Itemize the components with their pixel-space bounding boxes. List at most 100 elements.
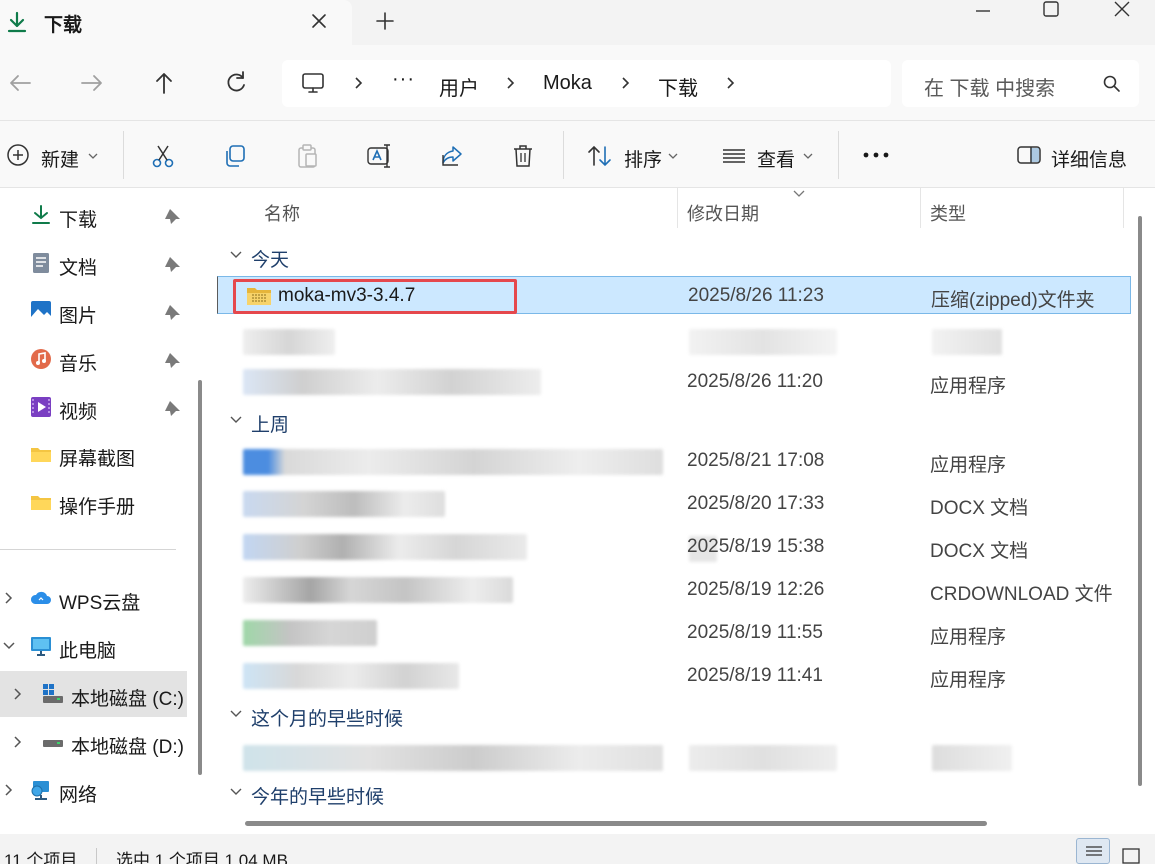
sidebar-item-label: 本地磁盘 (D:)	[71, 737, 184, 758]
column-header-type[interactable]: 类型	[930, 200, 966, 226]
column-divider[interactable]	[1123, 188, 1124, 228]
sidebar-item-music[interactable]: 音乐	[0, 336, 187, 382]
breadcrumb-chevron-icon[interactable]	[619, 72, 633, 94]
back-icon[interactable]	[6, 69, 34, 97]
sidebar-item-network[interactable]: 网络	[0, 767, 187, 813]
breadcrumb-overflow[interactable]: ···	[392, 68, 415, 91]
tiles-view-button[interactable]	[1118, 838, 1152, 864]
file-type: 压缩(zipped)文件夹	[931, 290, 1095, 311]
file-row[interactable]	[217, 739, 1131, 777]
this-pc-icon[interactable]	[300, 71, 326, 95]
file-row[interactable]: 2025/8/21 17:08 应用程序	[217, 442, 1131, 480]
cut-button[interactable]	[148, 121, 178, 189]
plus-circle-icon	[7, 144, 29, 166]
file-row[interactable]: 2025/8/19 11:55 应用程序	[217, 614, 1131, 652]
tab-downloads[interactable]: 下载	[0, 0, 352, 45]
file-row[interactable]	[217, 321, 1131, 359]
sidebar-item-manuals[interactable]: 操作手册	[0, 479, 187, 525]
trash-icon	[514, 145, 532, 167]
sidebar-item-wps-cloud[interactable]: WPS云盘	[0, 575, 187, 621]
file-row[interactable]: 2025/8/19 12:26 CRDOWNLOAD 文件	[217, 571, 1131, 609]
group-header-earlier-this-year[interactable]: 今年的早些时候	[217, 776, 1117, 810]
breadcrumb-chevron-icon[interactable]	[724, 72, 738, 94]
column-divider[interactable]	[920, 188, 921, 228]
pin-icon[interactable]	[164, 303, 182, 321]
rename-button[interactable]	[364, 121, 394, 189]
pin-icon[interactable]	[164, 255, 182, 273]
group-header-earlier-this-month[interactable]: 这个月的早些时候	[217, 698, 1117, 732]
breadcrumb-chevron-icon[interactable]	[352, 72, 366, 94]
breadcrumb-downloads[interactable]: 下载	[658, 72, 698, 101]
chevron-down-icon[interactable]	[2, 638, 16, 654]
minimize-icon[interactable]	[958, 0, 1008, 22]
copy-button[interactable]	[220, 121, 250, 189]
group-label: 上周	[251, 415, 290, 436]
details-pane-button[interactable]: 详细信息	[1014, 121, 1144, 189]
close-tab-icon[interactable]	[306, 8, 332, 34]
column-divider[interactable]	[677, 188, 678, 228]
chevron-right-icon[interactable]	[11, 686, 25, 702]
separator	[838, 131, 839, 179]
new-tab-icon[interactable]	[372, 8, 398, 34]
file-row[interactable]: 2025/8/26 11:20 应用程序	[217, 363, 1131, 401]
separator	[123, 131, 124, 179]
delete-button[interactable]	[508, 121, 538, 189]
new-button[interactable]: 新建	[4, 121, 104, 189]
sort-button[interactable]: 排序	[584, 121, 684, 189]
file-row[interactable]: 2025/8/19 11:41 应用程序	[217, 657, 1131, 695]
sidebar-item-label: 屏幕截图	[59, 449, 136, 470]
breadcrumb-users[interactable]: 用户	[439, 72, 479, 101]
vertical-scrollbar[interactable]	[1138, 216, 1142, 786]
redacted-date	[689, 329, 837, 355]
pin-icon[interactable]	[164, 207, 182, 225]
file-date: 2025/8/19 15:38	[687, 536, 825, 557]
details-view-button[interactable]	[1076, 838, 1110, 864]
pin-icon[interactable]	[164, 399, 182, 417]
pin-icon[interactable]	[164, 351, 182, 369]
highlight-annotation	[233, 279, 517, 314]
address-bar[interactable]: ··· 用户 Moka 下载	[282, 60, 891, 107]
maximize-icon[interactable]	[1026, 0, 1076, 22]
search-icon[interactable]	[1102, 74, 1122, 94]
forward-icon[interactable]	[78, 69, 106, 97]
chevron-right-icon[interactable]	[2, 782, 16, 798]
sidebar-item-videos[interactable]: 视频	[0, 384, 187, 430]
document-icon	[33, 253, 49, 273]
sidebar-item-documents[interactable]: 文档	[0, 240, 187, 286]
column-header-name[interactable]: 名称	[264, 200, 300, 226]
file-row[interactable]: 2025/8/19 15:38 DOCX 文档	[217, 528, 1131, 566]
file-type: DOCX 文档	[930, 498, 1029, 519]
search-box[interactable]: 在 下载 中搜索	[902, 60, 1139, 107]
details-pane-icon	[1017, 146, 1041, 164]
sidebar-item-screenshots[interactable]: 屏幕截图	[0, 431, 187, 477]
sidebar-item-pictures[interactable]: 图片	[0, 288, 187, 334]
sidebar-item-label: 下载	[59, 210, 98, 231]
refresh-icon[interactable]	[222, 69, 250, 97]
more-options-button[interactable]	[860, 121, 894, 189]
file-date: 2025/8/26 11:20	[687, 371, 823, 392]
breadcrumb-moka[interactable]: Moka	[543, 72, 592, 95]
sidebar-item-this-pc[interactable]: 此电脑	[0, 623, 187, 669]
paste-button[interactable]	[292, 121, 322, 189]
chevron-right-icon[interactable]	[2, 590, 16, 606]
column-header-date[interactable]: 修改日期	[687, 200, 759, 226]
breadcrumb-chevron-icon[interactable]	[504, 72, 518, 94]
horizontal-scrollbar[interactable]	[245, 821, 987, 826]
view-button[interactable]: 查看	[719, 121, 819, 189]
sidebar-item-drive-d[interactable]: 本地磁盘 (D:)	[0, 719, 187, 765]
search-placeholder[interactable]: 在 下载 中搜索	[924, 72, 1055, 101]
sidebar-item-drive-c[interactable]: 本地磁盘 (C:)	[0, 671, 187, 717]
group-header-today[interactable]: 今天	[217, 239, 1117, 273]
sidebar-item-downloads[interactable]: 下载	[0, 192, 187, 238]
navigation-bar: ··· 用户 Moka 下载 在 下载 中搜索	[0, 45, 1155, 120]
file-row[interactable]: 2025/8/20 17:33 DOCX 文档	[217, 485, 1131, 523]
group-header-last-week[interactable]: 上周	[217, 404, 1117, 438]
group-label: 这个月的早些时候	[251, 709, 404, 730]
selection-info: 选中 1 个项目 1.04 MB	[116, 851, 288, 864]
up-icon[interactable]	[150, 69, 178, 97]
share-button[interactable]	[437, 121, 467, 189]
sidebar-scrollbar[interactable]	[198, 380, 202, 775]
chevron-right-icon[interactable]	[11, 734, 25, 750]
redacted-name	[243, 620, 377, 646]
close-window-icon[interactable]	[1098, 0, 1148, 22]
